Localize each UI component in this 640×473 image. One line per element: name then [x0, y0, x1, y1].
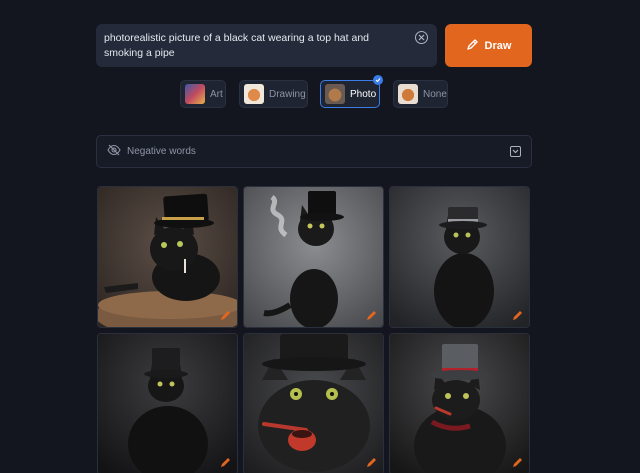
style-chip-label: None — [423, 88, 447, 100]
photo-thumbnail — [325, 84, 345, 104]
eye-off-icon — [107, 144, 121, 159]
generated-image[interactable] — [97, 333, 238, 473]
draw-button-label: Draw — [484, 39, 512, 52]
style-chip-none[interactable]: None — [393, 80, 448, 108]
generated-image[interactable] — [243, 186, 384, 328]
art-thumbnail — [185, 84, 205, 104]
edit-pencil-icon[interactable] — [511, 456, 524, 469]
generated-image[interactable] — [243, 333, 384, 473]
chevron-down-icon[interactable] — [510, 146, 521, 157]
cat-image — [390, 187, 529, 327]
draw-button[interactable]: Draw — [445, 24, 532, 67]
style-chip-label: Photo — [350, 88, 377, 100]
edit-pencil-icon[interactable] — [219, 456, 232, 469]
prompt-input[interactable]: photorealistic picture of a black cat we… — [96, 24, 437, 67]
style-chip-art[interactable]: Art — [180, 80, 226, 108]
style-chip-photo[interactable]: Photo — [320, 80, 380, 108]
drawing-thumbnail — [244, 84, 264, 104]
negative-words-field[interactable]: Negative words — [96, 135, 532, 168]
cat-image — [98, 334, 237, 473]
cat-image — [98, 187, 237, 327]
edit-pencil-icon[interactable] — [365, 309, 378, 322]
none-thumbnail — [398, 84, 418, 104]
style-chip-label: Art — [210, 88, 223, 100]
cat-image — [244, 334, 383, 473]
negative-words-label: Negative words — [127, 146, 196, 157]
style-chip-label: Drawing — [269, 88, 306, 100]
pencil-icon — [466, 38, 479, 54]
generated-image[interactable] — [97, 186, 238, 328]
edit-pencil-icon[interactable] — [219, 309, 232, 322]
close-circle-icon[interactable] — [415, 31, 428, 44]
cat-image — [244, 187, 383, 327]
cat-image — [390, 334, 529, 473]
check-icon — [373, 75, 383, 85]
edit-pencil-icon[interactable] — [365, 456, 378, 469]
style-chip-drawing[interactable]: Drawing — [239, 80, 308, 108]
generated-image[interactable] — [389, 333, 530, 473]
generated-image[interactable] — [389, 186, 530, 328]
edit-pencil-icon[interactable] — [511, 309, 524, 322]
